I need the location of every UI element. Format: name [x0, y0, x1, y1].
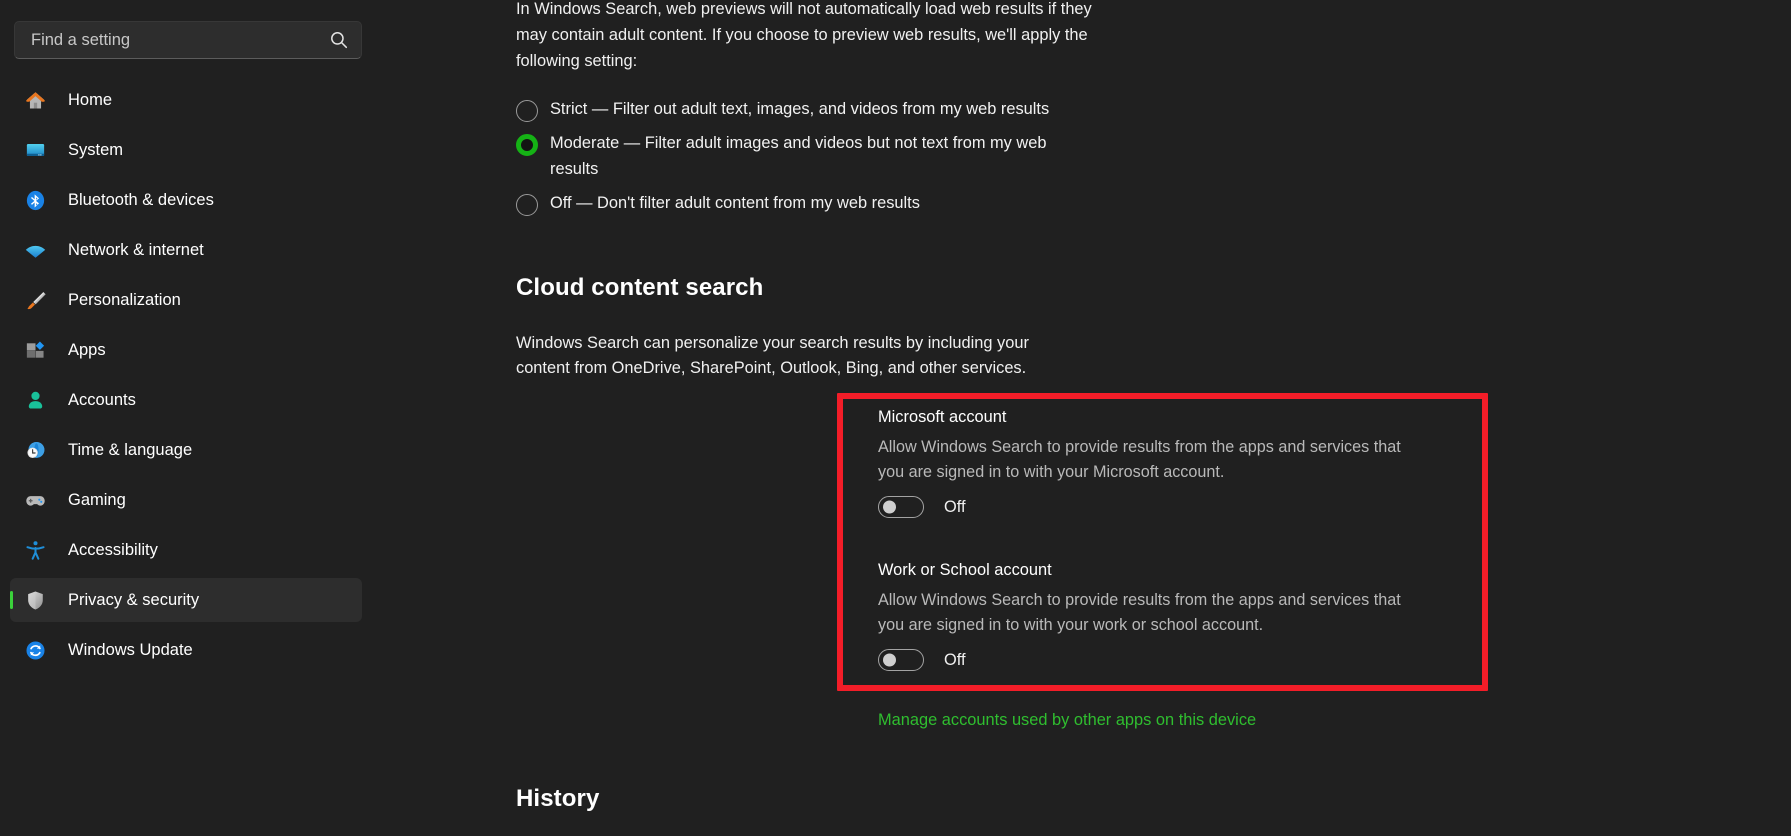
setting-description: Allow Windows Search to provide results … [878, 438, 1401, 481]
main-content: In Windows Search, web previews will not… [362, 0, 1791, 836]
update-refresh-icon [23, 638, 47, 662]
radio-option-label: Off — Don't filter adult content from my… [550, 194, 920, 212]
toggle-knob [883, 653, 896, 667]
radio-option-label: Strict — Filter out adult text, images, … [550, 100, 1050, 118]
toggle-state-label: Off [944, 497, 966, 516]
sidebar: Home System [0, 0, 362, 836]
toggle-row: Off [878, 496, 1438, 518]
sidebar-item-label: Accessibility [68, 540, 158, 559]
settings-window: Home System [0, 0, 1791, 836]
safe-search-radio-group: Strict — Filter out adult text, images, … [516, 96, 1116, 224]
sidebar-item-network-internet[interactable]: Network & internet [10, 228, 362, 272]
sidebar-item-privacy-security[interactable]: Privacy & security [10, 578, 362, 622]
sidebar-item-accessibility[interactable]: Accessibility [10, 528, 362, 572]
sidebar-item-label: Privacy & security [68, 590, 200, 609]
radio-circle-icon[interactable] [516, 194, 538, 216]
gamepad-icon [23, 488, 47, 512]
toggle-knob [883, 500, 896, 514]
setting-description: Allow Windows Search to provide results … [878, 591, 1401, 634]
radio-circle-icon[interactable] [516, 100, 538, 122]
sidebar-item-label: System [68, 140, 124, 159]
safe-search-intro-paragraph: In Windows Search, web previews will not… [516, 0, 1092, 70]
microsoft-account-toggle[interactable] [878, 496, 924, 518]
sidebar-item-label: Bluetooth & devices [68, 190, 214, 209]
accessibility-icon [23, 538, 47, 562]
radio-option-moderate[interactable]: Moderate — Filter adult images and video… [516, 130, 1116, 182]
sidebar-item-label: Gaming [68, 490, 126, 509]
paintbrush-icon [23, 288, 47, 312]
radio-option-label: Moderate — Filter adult images and video… [550, 134, 1047, 178]
sidebar-item-time-language[interactable]: Time & language [10, 428, 362, 472]
radio-option-strict[interactable]: Strict — Filter out adult text, images, … [516, 96, 1116, 122]
sidebar-item-windows-update[interactable]: Windows Update [10, 628, 362, 672]
setting-title: Microsoft account [878, 408, 1007, 426]
cloud-content-search-heading: Cloud content search [516, 274, 764, 301]
system-icon [23, 138, 47, 162]
search-icon[interactable] [329, 30, 349, 50]
setting-title: Work or School account [878, 561, 1052, 579]
sidebar-item-gaming[interactable]: Gaming [10, 478, 362, 522]
sidebar-item-label: Accounts [68, 390, 136, 409]
sidebar-item-label: Network & internet [68, 240, 204, 259]
sidebar-item-home[interactable]: Home [10, 78, 362, 122]
search-box[interactable] [14, 21, 362, 59]
person-icon [23, 388, 47, 412]
shield-icon [23, 588, 47, 612]
cloud-content-search-description: Windows Search can personalize your sear… [516, 334, 1029, 377]
setting-microsoft-account: Microsoft account Allow Windows Search t… [878, 408, 1438, 518]
home-icon [23, 88, 47, 112]
bluetooth-icon [23, 188, 47, 212]
sidebar-item-system[interactable]: System [10, 128, 362, 172]
sidebar-item-label: Home [68, 90, 113, 109]
clock-globe-icon [23, 438, 47, 462]
sidebar-item-label: Time & language [68, 440, 193, 459]
work-school-account-toggle[interactable] [878, 649, 924, 671]
sidebar-item-personalization[interactable]: Personalization [10, 278, 362, 322]
radio-option-off[interactable]: Off — Don't filter adult content from my… [516, 190, 1116, 216]
setting-work-school-account: Work or School account Allow Windows Sea… [878, 561, 1438, 671]
apps-icon [23, 338, 47, 362]
manage-accounts-link[interactable]: Manage accounts used by other apps on th… [878, 711, 1256, 730]
search-input[interactable] [31, 30, 329, 50]
radio-circle-selected-icon[interactable] [516, 134, 538, 156]
history-heading: History [516, 785, 600, 812]
sidebar-item-bluetooth-devices[interactable]: Bluetooth & devices [10, 178, 362, 222]
sidebar-item-label: Apps [68, 340, 106, 359]
sidebar-item-label: Windows Update [68, 640, 193, 659]
sidebar-item-apps[interactable]: Apps [10, 328, 362, 372]
sidebar-item-accounts[interactable]: Accounts [10, 378, 362, 422]
sidebar-item-label: Personalization [68, 290, 181, 309]
toggle-state-label: Off [944, 650, 966, 669]
wifi-icon [23, 238, 47, 262]
navigation-list: Home System Bluetooth & devices Network … [10, 78, 362, 678]
toggle-row: Off [878, 649, 1438, 671]
